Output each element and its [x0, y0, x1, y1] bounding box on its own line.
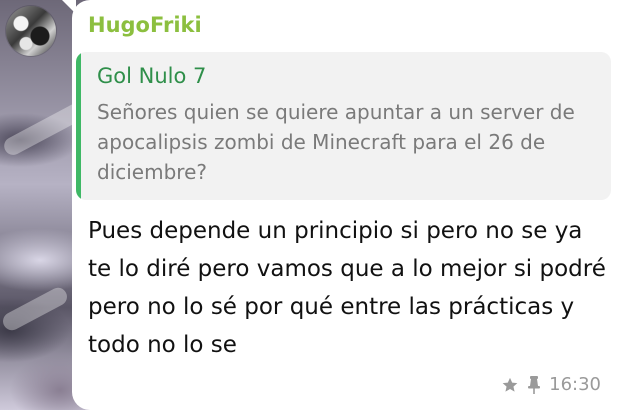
star-icon [501, 376, 519, 394]
message-time: 16:30 [549, 374, 601, 395]
reply-quote[interactable]: Gol Nulo 7 Señores quien se quiere apunt… [76, 52, 611, 200]
pin-icon [527, 375, 541, 395]
message-text: Pues depende un principio si pero no se … [88, 218, 606, 358]
reply-accent-bar [76, 52, 81, 200]
chat-screen: HugoFriki Gol Nulo 7 Señores quien se qu… [0, 0, 619, 410]
wallpaper-decoration [0, 284, 71, 334]
message-meta: 16:30 [501, 372, 601, 398]
reply-text: Señores quien se quiere apuntar a un ser… [97, 100, 575, 184]
reply-author: Gol Nulo 7 [97, 64, 207, 88]
sender-name[interactable]: HugoFriki [88, 10, 202, 40]
sender-avatar[interactable] [6, 6, 56, 56]
message-bubble[interactable]: HugoFriki Gol Nulo 7 Señores quien se qu… [72, 0, 619, 410]
